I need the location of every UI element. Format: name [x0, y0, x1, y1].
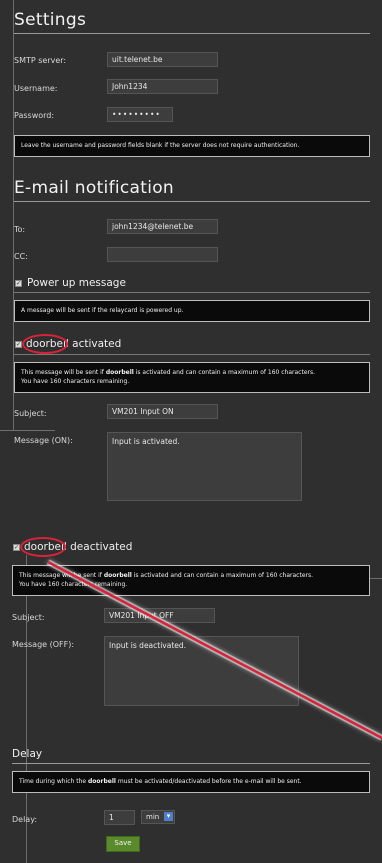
delay-input[interactable]: 1	[104, 810, 135, 825]
delay-divider	[12, 763, 370, 764]
delay-unit-value: min	[146, 813, 160, 821]
delay-note: Time during which the doorbell must be a…	[12, 771, 370, 793]
save-button[interactable]: Save	[106, 836, 140, 852]
delay-heading: Delay	[12, 748, 43, 760]
annotation-arrow-line-core	[47, 560, 382, 740]
delay-label: Delay:	[12, 815, 38, 824]
chevron-down-icon[interactable]: ▾	[164, 812, 173, 821]
delay-note-c: must be activated/deactivated before the…	[115, 778, 302, 785]
delay-note-keyword: doorbell	[88, 778, 116, 785]
delay-unit-select[interactable]: min ▾	[141, 810, 175, 824]
annotation-arrow	[46, 559, 382, 741]
delay-note-a: Time during which the	[19, 778, 88, 785]
